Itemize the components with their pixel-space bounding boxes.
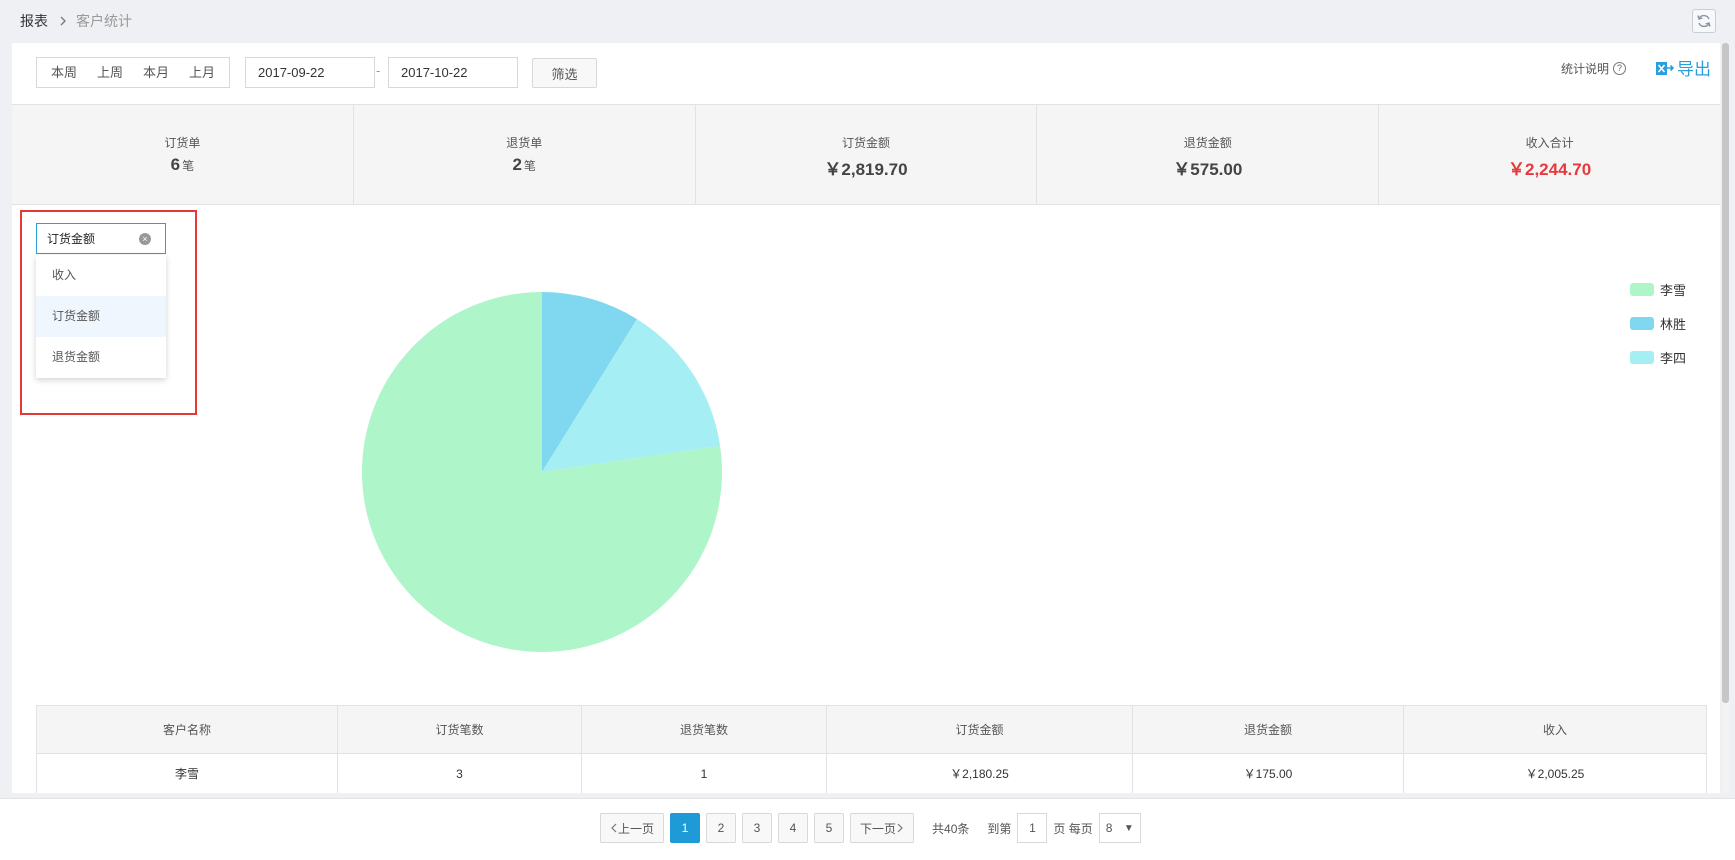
breadcrumb: 报表 客户统计 — [20, 11, 132, 31]
legend-label: 李四 — [1660, 350, 1687, 366]
filter-bar: 本周 上周 本月 上月 - 筛选 统计说明 ? 导出 — [12, 43, 1720, 104]
pagination-bar: 上一页 1 2 3 4 5 下一页 共40条 到第 1 页 每页 8 ▼ — [0, 798, 1735, 860]
table-cell: 3 — [337, 753, 582, 793]
breadcrumb-home[interactable]: 报表 — [20, 11, 48, 31]
stat-label: 订货单 — [164, 136, 201, 150]
page-size-select[interactable]: 8 ▼ — [1098, 813, 1141, 843]
page-size-value: 8 — [1105, 821, 1113, 835]
table-row[interactable]: 李雪 3 1 ￥2,180.25 ￥175.00 ￥2,005.25 — [36, 753, 1707, 793]
stat-value: ￥575.00 — [1173, 160, 1243, 179]
help-icon: ? — [1613, 62, 1627, 75]
legend-label: 李雪 — [1660, 282, 1687, 298]
table-cell: ￥175.00 — [1132, 753, 1404, 793]
table-cell: ￥2,005.25 — [1403, 753, 1707, 793]
stat-label: 退货金额 — [1183, 136, 1232, 150]
customer-stats-table: 客户名称 订货笔数 退货笔数 订货金额 退货金额 收入 李雪 3 1 ￥2,18… — [36, 705, 1707, 793]
column-header[interactable]: 订货金额 — [826, 705, 1133, 754]
total-count: 共40条 — [932, 821, 970, 836]
period-last-week[interactable]: 上周 — [87, 58, 133, 87]
stat-label: 收入合计 — [1525, 136, 1574, 150]
clear-icon[interactable]: × — [139, 233, 151, 245]
stats-explanation-link[interactable]: 统计说明 ? — [1561, 60, 1627, 77]
breadcrumb-current: 客户统计 — [76, 13, 132, 29]
top-bar: 报表 客户统计 — [0, 0, 1735, 40]
summary-stats: 订货单 6笔 退货单 2笔 订货金额 ￥2,819.70 退货金额 ￥575.0… — [12, 104, 1720, 205]
stat-value: ￥2,819.70 — [824, 160, 908, 179]
end-date-input[interactable] — [388, 57, 518, 88]
prev-page-label: 上一页 — [618, 821, 655, 836]
pagination: 上一页 1 2 3 4 5 下一页 共40条 到第 1 页 每页 8 ▼ — [600, 813, 1141, 843]
period-selector: 本周 上周 本月 上月 — [36, 57, 231, 88]
stat-order-amount: 订货金额 ￥2,819.70 — [696, 105, 1038, 204]
column-header[interactable]: 退货金额 — [1132, 705, 1404, 754]
page-button-2[interactable]: 2 — [706, 813, 737, 843]
stat-total-income: 收入合计 ￥2,244.70 — [1379, 105, 1720, 204]
chevron-right-icon — [59, 13, 67, 29]
start-date-input[interactable] — [245, 57, 375, 88]
period-this-month[interactable]: 本月 — [133, 58, 179, 87]
export-button[interactable]: 导出 — [1655, 55, 1711, 80]
next-page-button[interactable]: 下一页 — [850, 813, 915, 843]
refresh-icon — [1697, 14, 1711, 28]
table-cell: 1 — [581, 753, 827, 793]
date-range-dash: - — [376, 63, 381, 78]
filter-button[interactable]: 筛选 — [532, 58, 597, 88]
goto-page-input[interactable]: 1 — [1017, 813, 1048, 843]
column-header[interactable]: 收入 — [1403, 705, 1707, 754]
stat-label: 退货单 — [506, 136, 543, 150]
dropdown-option-income[interactable]: 收入 — [36, 255, 166, 296]
main-panel: 本周 上周 本月 上月 - 筛选 统计说明 ? 导出 订货单 6笔 退货单 — [12, 43, 1720, 793]
column-header[interactable]: 客户名称 — [36, 705, 338, 754]
per-page-label: 页 每页 — [1053, 821, 1093, 836]
export-icon — [1656, 61, 1675, 75]
column-header[interactable]: 退货笔数 — [581, 705, 827, 754]
vertical-scrollbar[interactable] — [1722, 43, 1729, 793]
period-this-week[interactable]: 本周 — [41, 58, 87, 87]
period-last-month[interactable]: 上月 — [179, 58, 225, 87]
caret-down-icon: ▼ — [1123, 822, 1134, 834]
stat-value: 6笔 — [170, 155, 195, 174]
legend-item[interactable]: 林胜 — [1630, 306, 1686, 340]
metric-select[interactable]: 订货金额 × — [36, 223, 166, 254]
stat-value: 2笔 — [512, 155, 536, 174]
legend-label: 林胜 — [1660, 316, 1687, 332]
stat-return-amount: 退货金额 ￥575.00 — [1037, 105, 1380, 204]
metric-select-value: 订货金额 — [47, 232, 96, 246]
scrollbar-thumb[interactable] — [1722, 43, 1729, 703]
legend-swatch — [1630, 316, 1654, 330]
legend-item[interactable]: 李雪 — [1630, 272, 1686, 306]
legend-item[interactable]: 李四 — [1630, 340, 1686, 374]
dropdown-option-order-amount[interactable]: 订货金额 — [36, 296, 166, 337]
chevron-left-icon — [611, 823, 617, 833]
export-label: 导出 — [1677, 60, 1711, 79]
page-button-4[interactable]: 4 — [778, 813, 809, 843]
stat-value: ￥2,244.70 — [1507, 160, 1592, 179]
chevron-right-icon — [897, 823, 903, 833]
legend-swatch — [1630, 282, 1654, 296]
table-cell: ￥2,180.25 — [826, 753, 1133, 793]
table-cell: 李雪 — [36, 753, 338, 793]
chart-legend: 李雪 林胜 李四 — [1630, 272, 1686, 374]
stats-explanation-label: 统计说明 — [1561, 62, 1610, 76]
column-header[interactable]: 订货笔数 — [337, 705, 582, 754]
pie-chart — [362, 292, 722, 652]
goto-label: 到第 — [987, 821, 1012, 836]
table-header-row: 客户名称 订货笔数 退货笔数 订货金额 退货金额 收入 — [36, 705, 1707, 754]
prev-page-button[interactable]: 上一页 — [600, 813, 665, 843]
legend-swatch — [1630, 350, 1654, 364]
page-button-3[interactable]: 3 — [742, 813, 773, 843]
stat-label: 订货金额 — [841, 136, 890, 150]
next-page-label: 下一页 — [860, 821, 897, 836]
page-button-1[interactable]: 1 — [670, 813, 701, 843]
dropdown-option-return-amount[interactable]: 退货金额 — [36, 337, 166, 378]
refresh-button[interactable] — [1692, 9, 1716, 33]
stat-order-count: 订货单 6笔 — [12, 105, 354, 204]
page-button-5[interactable]: 5 — [814, 813, 845, 843]
metric-dropdown: 收入 订货金额 退货金额 — [36, 255, 166, 378]
stat-return-count: 退货单 2笔 — [354, 105, 696, 204]
